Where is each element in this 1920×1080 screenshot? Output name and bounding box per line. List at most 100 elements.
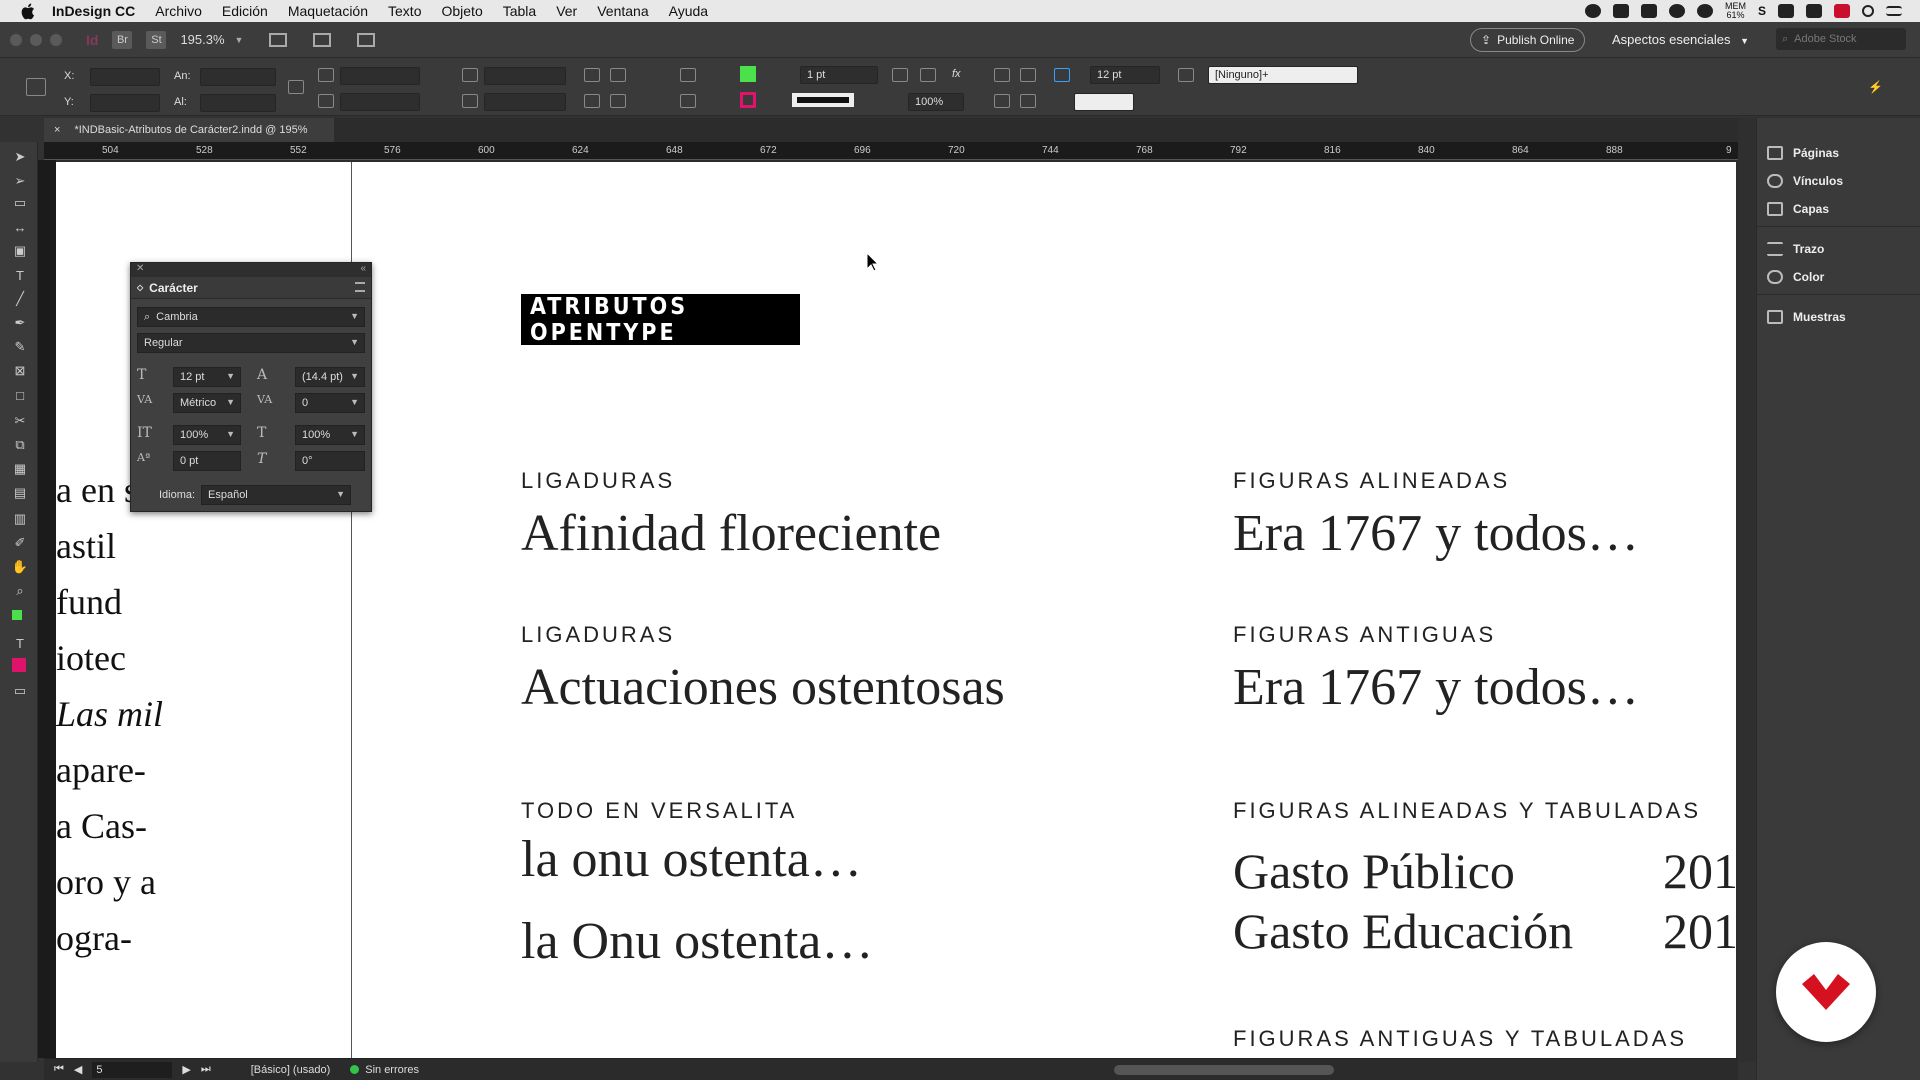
stroke-type-selector[interactable] — [792, 93, 854, 107]
stroke-weight-field[interactable]: 1 pt — [800, 66, 878, 84]
sample-text[interactable]: Afinidad floreciente — [521, 504, 941, 563]
first-page-icon[interactable]: ⏮ — [54, 1063, 64, 1076]
menu-tabla[interactable]: Tabla — [503, 3, 536, 19]
next-page-icon[interactable]: ▶ — [182, 1063, 190, 1076]
stock-button[interactable]: St — [146, 30, 167, 49]
frame-preview[interactable] — [1074, 93, 1134, 111]
leading-field[interactable]: (14.4 pt) ▼ — [295, 367, 365, 387]
menu-objeto[interactable]: Objeto — [441, 3, 482, 19]
minimize-window-button[interactable] — [30, 33, 42, 46]
close-icon[interactable]: ✕ — [136, 263, 144, 274]
publish-online-button[interactable]: ⇪ Publish Online — [1470, 28, 1586, 52]
opacity-field[interactable]: 100% — [908, 93, 964, 111]
flip-horizontal-icon[interactable] — [584, 94, 600, 108]
horizontal-scrollbar[interactable] — [1114, 1065, 1334, 1075]
distribute-icon[interactable] — [994, 94, 1010, 108]
select-content-icon[interactable] — [680, 94, 696, 108]
sample-value[interactable]: 2016 — [1663, 902, 1738, 960]
notification-center-icon[interactable] — [1886, 6, 1902, 16]
arrange-documents-icon[interactable] — [357, 32, 376, 47]
constrain-proportions-icon[interactable] — [288, 80, 304, 94]
section-label[interactable]: FIGURAS ANTIGUAS — [1233, 622, 1496, 648]
font-size-field[interactable]: 12 pt ▼ — [173, 367, 241, 387]
reference-point-icon[interactable] — [26, 78, 46, 96]
scissors-tool-icon[interactable]: ✂ — [12, 413, 28, 428]
panel-layers[interactable]: Capas — [1767, 202, 1829, 216]
page-tool-icon[interactable]: ▭ — [12, 195, 28, 210]
sample-text[interactable]: Gasto Educación — [1233, 902, 1573, 960]
sample-text[interactable]: la Onu ostenta… — [521, 912, 873, 971]
fill-swatch[interactable] — [740, 66, 756, 82]
language-select[interactable]: Español ▼ — [201, 485, 351, 505]
formatting-affects-icon[interactable]: T — [12, 636, 28, 651]
close-window-button[interactable] — [10, 33, 22, 46]
scale-x-field[interactable] — [340, 67, 420, 85]
width-field[interactable] — [200, 68, 276, 86]
apply-color-icon[interactable] — [12, 658, 26, 672]
menu-maquetacion[interactable]: Maquetación — [288, 3, 368, 19]
sample-text[interactable]: Gasto Público — [1233, 842, 1515, 900]
memory-indicator[interactable]: MEM 61% — [1725, 2, 1746, 20]
horizontal-scale-field[interactable]: 100% ▼ — [295, 425, 365, 445]
shear-angle-field[interactable] — [484, 93, 566, 111]
apple-icon[interactable] — [16, 0, 38, 22]
type-tool-icon[interactable]: T — [12, 268, 28, 283]
free-transform-tool-icon[interactable]: ⧉ — [12, 437, 28, 452]
effects-icon[interactable]: fx — [952, 68, 961, 80]
line-tool-icon[interactable]: ╱ — [12, 291, 28, 306]
menu-app-name[interactable]: InDesign CC — [52, 3, 135, 19]
wifi-icon[interactable] — [1778, 4, 1794, 18]
record-icon[interactable] — [1584, 4, 1601, 18]
app-tray-icon[interactable] — [1612, 4, 1629, 18]
x-field[interactable] — [90, 68, 160, 86]
scale-x-icon[interactable] — [318, 68, 334, 82]
rotate-ccw-icon[interactable] — [610, 68, 626, 82]
selection-tool-icon[interactable]: ➤ — [12, 149, 28, 164]
sample-text[interactable]: Era 1767 y todos… — [1233, 658, 1639, 717]
section-label[interactable]: FIGURAS ALINEADAS — [1233, 468, 1510, 494]
font-style-select[interactable]: Regular ▼ — [137, 333, 365, 353]
page-number-field[interactable]: 5 — [92, 1061, 173, 1078]
menu-ver[interactable]: Ver — [556, 3, 577, 19]
panel-color[interactable]: Color — [1767, 270, 1824, 284]
skew-field[interactable]: 0° — [295, 451, 365, 471]
spotlight-search-icon[interactable] — [1862, 5, 1874, 17]
object-style-icon[interactable] — [1178, 68, 1194, 82]
distribute-vertical-icon[interactable] — [1020, 94, 1036, 108]
section-label[interactable]: FIGURAS ALINEADAS Y TABULADAS — [1233, 798, 1701, 824]
gap-tool-icon[interactable]: ↔ — [12, 220, 28, 235]
eyedropper-tool-icon[interactable]: ✐ — [12, 535, 28, 550]
flip-vertical-icon[interactable] — [610, 94, 626, 108]
frame-fitting-icon[interactable] — [1054, 68, 1070, 82]
preflight-status[interactable]: Sin errores — [365, 1064, 419, 1076]
dropbox-icon[interactable] — [1640, 4, 1657, 18]
gradient-feather-tool-icon[interactable]: ▤ — [12, 485, 28, 500]
pen-tool-icon[interactable]: ✒ — [12, 315, 28, 330]
flag-icon[interactable] — [1834, 4, 1850, 18]
note-tool-icon[interactable]: ▥ — [12, 511, 28, 526]
sample-text[interactable]: Era 1767 y todos… — [1233, 504, 1639, 563]
left-column-text[interactable]: a en s astil fund iotec Las mil apare- a… — [56, 462, 163, 966]
text-wrap-icon[interactable] — [892, 68, 908, 82]
direct-selection-tool-icon[interactable]: ➢ — [12, 173, 28, 188]
screen-mode-icon[interactable]: ▭ — [12, 683, 28, 698]
hand-tool-icon[interactable]: ✋ — [12, 559, 28, 574]
menu-texto[interactable]: Texto — [388, 3, 421, 19]
last-page-icon[interactable]: ⏭ — [201, 1063, 211, 1076]
scale-y-field[interactable] — [340, 93, 420, 111]
menu-edicion[interactable]: Edición — [222, 3, 268, 19]
view-options-icon[interactable] — [269, 32, 288, 47]
collapse-icon[interactable]: « — [360, 263, 366, 274]
sample-text[interactable]: Actuaciones ostentosas — [521, 658, 1005, 717]
workspace-switcher[interactable]: Aspectos esenciales ▼ — [1612, 32, 1749, 47]
document-tab[interactable]: × *INDBasic-Atributos de Carácter2.indd … — [44, 118, 334, 142]
creative-cloud-icon[interactable] — [1668, 4, 1685, 18]
sample-text[interactable]: la onu ostenta… — [521, 830, 862, 889]
section-label[interactable]: LIGADURAS — [521, 622, 675, 648]
menu-archivo[interactable]: Archivo — [155, 3, 202, 19]
sample-value[interactable]: 2017 — [1663, 842, 1738, 900]
pencil-tool-icon[interactable]: ✎ — [12, 339, 28, 354]
page-title[interactable]: ATRIBUTOS OPENTYPE — [521, 294, 800, 346]
zoom-tool-icon[interactable]: ⌕ — [12, 583, 28, 598]
previous-page-icon[interactable]: ◀ — [74, 1063, 82, 1076]
